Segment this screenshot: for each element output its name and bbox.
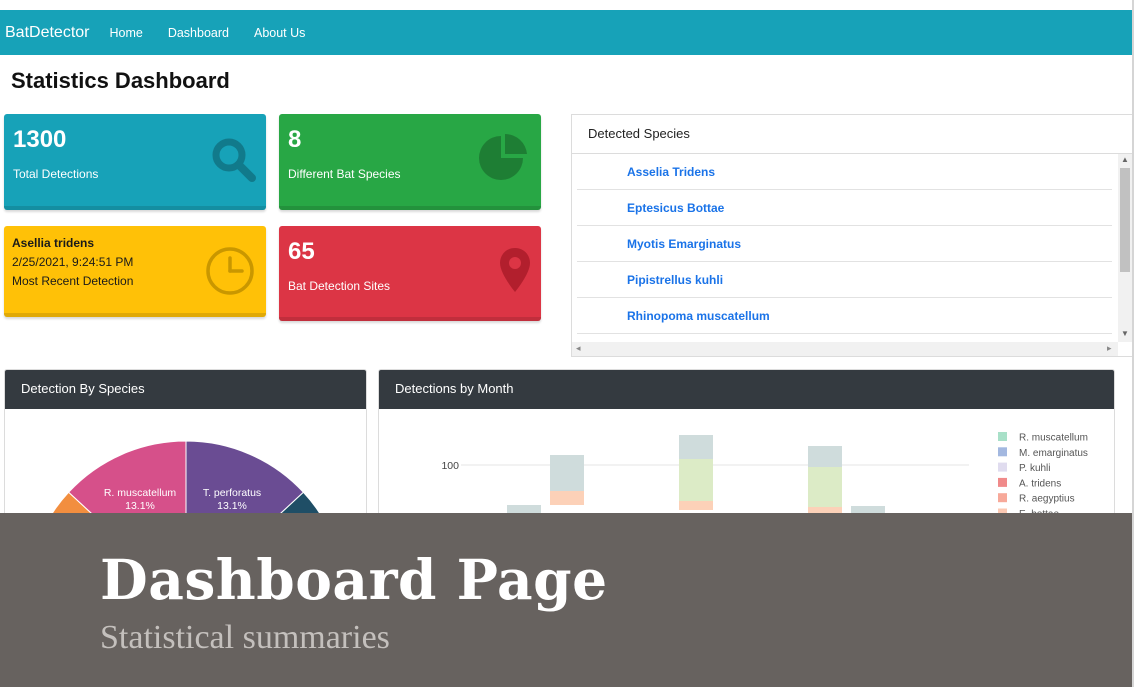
recent-detection-datetime: 2/25/2021, 9:24:51 PM (12, 255, 134, 269)
species-link-rhinopoma-muscatellum[interactable]: Rhinopoma muscatellum (577, 298, 1112, 334)
legend-swatch[interactable] (998, 462, 1007, 472)
detections-by-month-header: Detections by Month (379, 370, 1114, 409)
card-footer-bar (4, 206, 266, 210)
nav-link-dashboard[interactable]: Dashboard (168, 26, 229, 40)
window-top-margin (0, 0, 1134, 10)
bar-segment-green[interactable] (679, 459, 713, 501)
detection-sites-card: 65 Bat Detection Sites (279, 226, 541, 321)
overlay-subtitle: Statistical summaries (100, 619, 390, 656)
legend-label[interactable]: M. emarginatus (1019, 448, 1088, 459)
total-detections-value: 1300 (13, 126, 67, 153)
species-link-myotis-emarginatus[interactable]: Myotis Emarginatus (577, 226, 1112, 262)
recent-species-name: Asellia tridens (12, 236, 95, 250)
detected-species-header: Detected Species (572, 115, 1132, 154)
card-footer-bar (279, 206, 541, 210)
bat-species-card: 8 Different Bat Species (279, 114, 541, 210)
pie-chart-icon (479, 133, 527, 180)
legend-label[interactable]: A. tridens (1019, 478, 1061, 489)
pie-percent-t-perforatus: 13.1% (217, 500, 247, 512)
bar-segment-top[interactable] (808, 446, 842, 467)
recent-detection-label: Most Recent Detection (12, 274, 134, 288)
map-marker-icon (500, 248, 530, 292)
detection-sites-label: Bat Detection Sites (288, 279, 391, 293)
species-list: Asselia Tridens Eptesicus Bottae Myotis … (577, 154, 1112, 334)
scroll-left-arrow-icon[interactable]: ◂ (576, 343, 581, 354)
detected-species-panel: Detected Species Asselia Tridens Eptesic… (571, 114, 1133, 357)
legend-label[interactable]: R. muscatellum (1019, 433, 1088, 444)
scroll-right-arrow-icon[interactable]: ▸ (1107, 343, 1112, 354)
bat-species-label: Different Bat Species (288, 167, 401, 181)
legend-swatch[interactable] (998, 447, 1007, 457)
search-icon (212, 138, 256, 182)
legend-swatch[interactable] (998, 477, 1007, 487)
card-footer-bar (4, 313, 266, 317)
detection-sites-value: 65 (288, 238, 315, 265)
scroll-up-arrow-icon[interactable]: ▲ (1121, 155, 1129, 164)
bar-segment-orange[interactable] (550, 491, 584, 505)
pie-label-t-perforatus: T. perforatus (203, 487, 261, 499)
legend-swatch[interactable] (998, 493, 1007, 503)
clock-icon (206, 247, 254, 295)
bar-segment-orange[interactable] (679, 501, 713, 510)
detection-by-species-header: Detection By Species (5, 370, 366, 409)
total-detections-label: Total Detections (13, 167, 99, 181)
brand-link[interactable]: BatDetector (5, 24, 89, 42)
legend-swatch[interactable] (998, 432, 1007, 441)
species-link-asselia-tridens[interactable]: Asselia Tridens (577, 154, 1112, 190)
pie-percent-r-muscatellum: 13.1% (125, 500, 155, 512)
scroll-down-arrow-icon[interactable]: ▼ (1121, 329, 1129, 338)
card-footer-bar (279, 317, 541, 321)
vertical-scrollbar[interactable]: ▲ ▼ (1118, 154, 1132, 342)
pie-label-r-muscatellum: R. muscatellum (104, 487, 177, 499)
page-title: Statistics Dashboard (11, 68, 230, 93)
bar-segment-top[interactable] (679, 435, 713, 459)
total-detections-card: 1300 Total Detections (4, 114, 266, 210)
recent-detection-card: Asellia tridens 2/25/2021, 9:24:51 PM Mo… (4, 226, 266, 317)
horizontal-scrollbar[interactable]: ◂ ▸ (572, 342, 1118, 356)
caption-overlay: Dashboard Page Statistical summaries (0, 513, 1134, 687)
species-link-eptesicus-bottae[interactable]: Eptesicus Bottae (577, 190, 1112, 226)
overlay-title: Dashboard Page (100, 547, 608, 612)
legend-label[interactable]: R. aegyptius (1019, 494, 1075, 505)
bar-segment-top[interactable] (550, 455, 584, 491)
species-link-pipistrellus-kuhli[interactable]: Pipistrellus kuhli (577, 262, 1112, 298)
nav-link-home[interactable]: Home (109, 26, 142, 40)
nav-link-about-us[interactable]: About Us (254, 26, 305, 40)
legend-label[interactable]: P. kuhli (1019, 463, 1051, 474)
y-tick-label: 100 (441, 460, 459, 472)
scrollbar-thumb[interactable] (1120, 168, 1130, 272)
bar-segment-green[interactable] (808, 467, 842, 507)
navbar: BatDetector Home Dashboard About Us (0, 10, 1132, 55)
bat-species-value: 8 (288, 126, 302, 153)
